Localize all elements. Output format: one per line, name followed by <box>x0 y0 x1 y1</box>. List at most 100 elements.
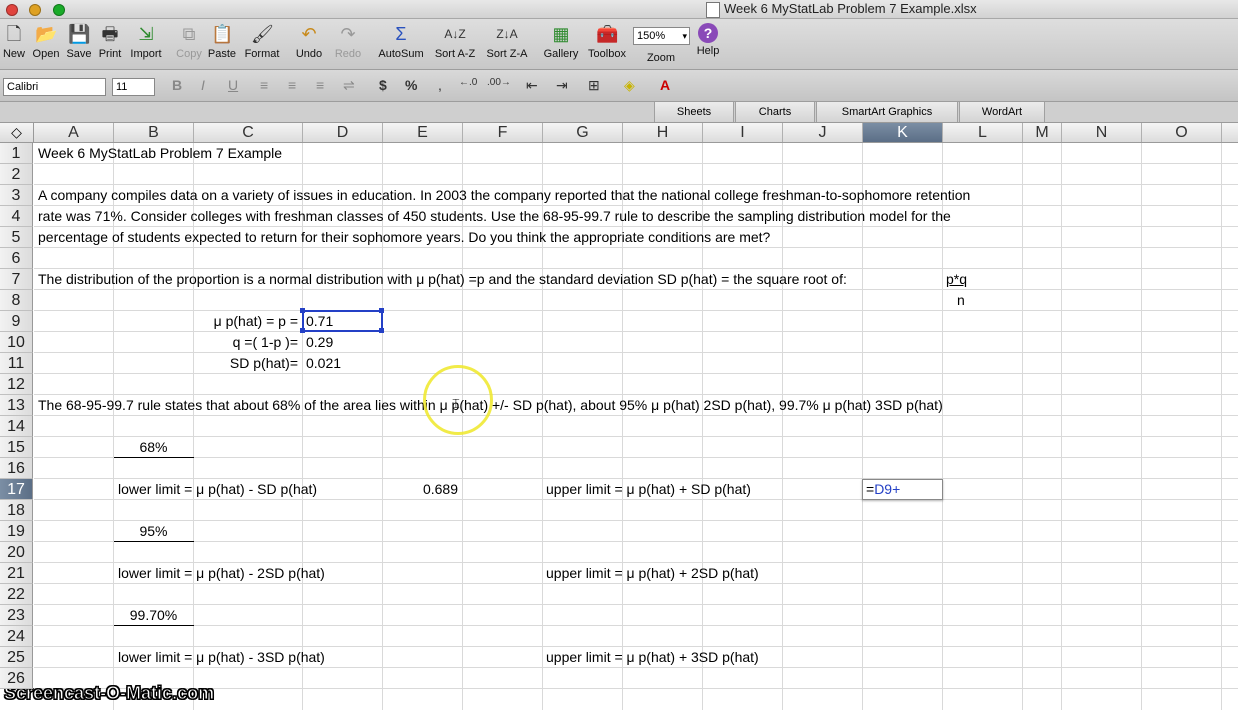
row-header-13[interactable]: 13 <box>0 395 33 416</box>
save-button[interactable]: 💾 Save <box>64 23 94 60</box>
row-header-18[interactable]: 18 <box>0 500 33 521</box>
column-header-j[interactable]: J <box>783 123 863 142</box>
decrease-indent-icon[interactable]: ⇤ <box>526 77 538 94</box>
cell-g21[interactable]: upper limit = μ p(hat) + 2SD p(hat) <box>546 563 759 583</box>
increase-indent-icon[interactable]: ⇥ <box>556 77 568 94</box>
format-painter-button[interactable]: 🖌 Format <box>241 23 283 60</box>
zoom-window-button[interactable] <box>52 4 65 16</box>
column-header-k[interactable]: K <box>863 123 943 142</box>
row-header-23[interactable]: 23 <box>0 605 33 626</box>
row-header-19[interactable]: 19 <box>0 521 33 542</box>
paste-button[interactable]: 📋 Paste <box>206 23 238 60</box>
tab-sheets[interactable]: Sheets <box>654 102 734 122</box>
currency-format-icon[interactable]: $ <box>379 77 387 93</box>
cell-a7[interactable]: The distribution of the proportion is a … <box>38 269 847 289</box>
new-button[interactable]: 🗋 New <box>2 23 26 60</box>
print-button[interactable]: 🖶 Print <box>96 23 124 60</box>
underline-icon[interactable]: U <box>228 77 238 93</box>
font-name-select[interactable]: Calibri <box>3 78 106 96</box>
tab-charts[interactable]: Charts <box>735 102 815 122</box>
column-header-e[interactable]: E <box>383 123 463 142</box>
column-header-o[interactable]: O <box>1142 123 1222 142</box>
open-button[interactable]: 📂 Open <box>30 23 62 60</box>
tab-wordart[interactable]: WordArt <box>959 102 1045 122</box>
align-center-icon[interactable]: ≡ <box>288 77 296 93</box>
cell-a4[interactable]: rate was 71%. Consider colleges with fre… <box>38 206 951 226</box>
borders-icon[interactable]: ⊞ <box>588 77 600 94</box>
selection-handle[interactable] <box>300 328 305 333</box>
row-header-14[interactable]: 14 <box>0 416 33 437</box>
close-window-button[interactable] <box>6 4 18 16</box>
cell-a5[interactable]: percentage of students expected to retur… <box>38 227 770 247</box>
toolbox-button[interactable]: 🧰 Toolbox <box>584 23 630 60</box>
row-header-1[interactable]: 1 <box>0 143 33 164</box>
row-header-10[interactable]: 10 <box>0 332 33 353</box>
zoom-select[interactable]: 150% ▾ <box>633 27 690 45</box>
row-header-16[interactable]: 16 <box>0 458 33 479</box>
minimize-window-button[interactable] <box>29 4 42 16</box>
row-header-12[interactable]: 12 <box>0 374 33 395</box>
row-header-24[interactable]: 24 <box>0 626 33 647</box>
row-header-4[interactable]: 4 <box>0 206 33 227</box>
row-header-2[interactable]: 2 <box>0 164 33 185</box>
column-header-h[interactable]: H <box>623 123 703 142</box>
row-header-5[interactable]: 5 <box>0 227 33 248</box>
increase-decimal-icon[interactable]: ←.0 <box>459 77 477 88</box>
tab-smartart-graphics[interactable]: SmartArt Graphics <box>816 102 958 122</box>
help-button[interactable]: ? Help <box>694 23 722 57</box>
gallery-button[interactable]: ▦ Gallery <box>541 23 581 60</box>
column-header-m[interactable]: M <box>1023 123 1062 142</box>
row-header-7[interactable]: 7 <box>0 269 33 290</box>
row-header-15[interactable]: 15 <box>0 437 33 458</box>
italic-icon[interactable]: I <box>201 77 205 93</box>
cell-l7[interactable]: p*q <box>946 269 967 289</box>
row-header-6[interactable]: 6 <box>0 248 33 269</box>
select-all-corner[interactable]: ◇ <box>0 123 34 142</box>
column-header-f[interactable]: F <box>463 123 543 142</box>
cell-e17[interactable]: 0.689 <box>383 479 458 499</box>
cell-l8[interactable]: n <box>957 290 965 310</box>
row-header-3[interactable]: 3 <box>0 185 33 206</box>
cell-c10[interactable]: q =( 1-p )= <box>197 332 298 352</box>
cell-c11[interactable]: SD p(hat)= <box>197 353 298 373</box>
column-header-b[interactable]: B <box>114 123 194 142</box>
column-header-l[interactable]: L <box>943 123 1023 142</box>
cell-b17[interactable]: lower limit = μ p(hat) - SD p(hat) <box>118 479 317 499</box>
row-header-11[interactable]: 11 <box>0 353 33 374</box>
cell-d10[interactable]: 0.29 <box>306 332 333 352</box>
cell-b15[interactable]: 68% <box>114 437 193 457</box>
comma-format-icon[interactable]: , <box>438 77 442 93</box>
copy-button[interactable]: ⧉ Copy <box>174 23 204 60</box>
decrease-decimal-icon[interactable]: .00→ <box>487 77 511 88</box>
selection-handle[interactable] <box>379 308 384 313</box>
fill-color-icon[interactable]: ◈ <box>624 77 635 94</box>
cell-c9[interactable]: μ p(hat) = p = <box>197 311 298 331</box>
row-header-20[interactable]: 20 <box>0 542 33 563</box>
row-header-26[interactable]: 26 <box>0 668 33 689</box>
selection-handle[interactable] <box>300 308 305 313</box>
row-header-22[interactable]: 22 <box>0 584 33 605</box>
cell-b23[interactable]: 99.70% <box>114 605 193 625</box>
row-header-8[interactable]: 8 <box>0 290 33 311</box>
cell-g17[interactable]: upper limit = μ p(hat) + SD p(hat) <box>546 479 751 499</box>
cell-b21[interactable]: lower limit = μ p(hat) - 2SD p(hat) <box>118 563 325 583</box>
font-size-select[interactable]: 11 <box>112 78 155 96</box>
row-header-17[interactable]: 17 <box>0 479 33 500</box>
undo-button[interactable]: ↶ Undo <box>292 23 326 60</box>
align-right-icon[interactable]: ≡ <box>316 77 324 93</box>
redo-button[interactable]: ↷ Redo <box>332 23 364 60</box>
column-header-n[interactable]: N <box>1062 123 1142 142</box>
percent-format-icon[interactable]: % <box>405 77 417 93</box>
cell-editor-k17[interactable]: =D9+ <box>862 479 943 500</box>
import-button[interactable]: ⇲ Import <box>126 23 166 60</box>
autosum-button[interactable]: Σ AutoSum <box>376 23 426 60</box>
selection-handle[interactable] <box>379 328 384 333</box>
row-header-9[interactable]: 9 <box>0 311 33 332</box>
cell-a1[interactable]: Week 6 MyStatLab Problem 7 Example <box>38 143 282 163</box>
cell-a3[interactable]: A company compiles data on a variety of … <box>38 185 970 205</box>
wrap-text-icon[interactable]: ⇌ <box>343 77 355 94</box>
bold-icon[interactable]: B <box>172 77 182 93</box>
column-header-c[interactable]: C <box>194 123 303 142</box>
sort-descending-button[interactable]: Z↓A Sort Z-A <box>483 23 531 60</box>
align-left-icon[interactable]: ≡ <box>260 77 268 93</box>
